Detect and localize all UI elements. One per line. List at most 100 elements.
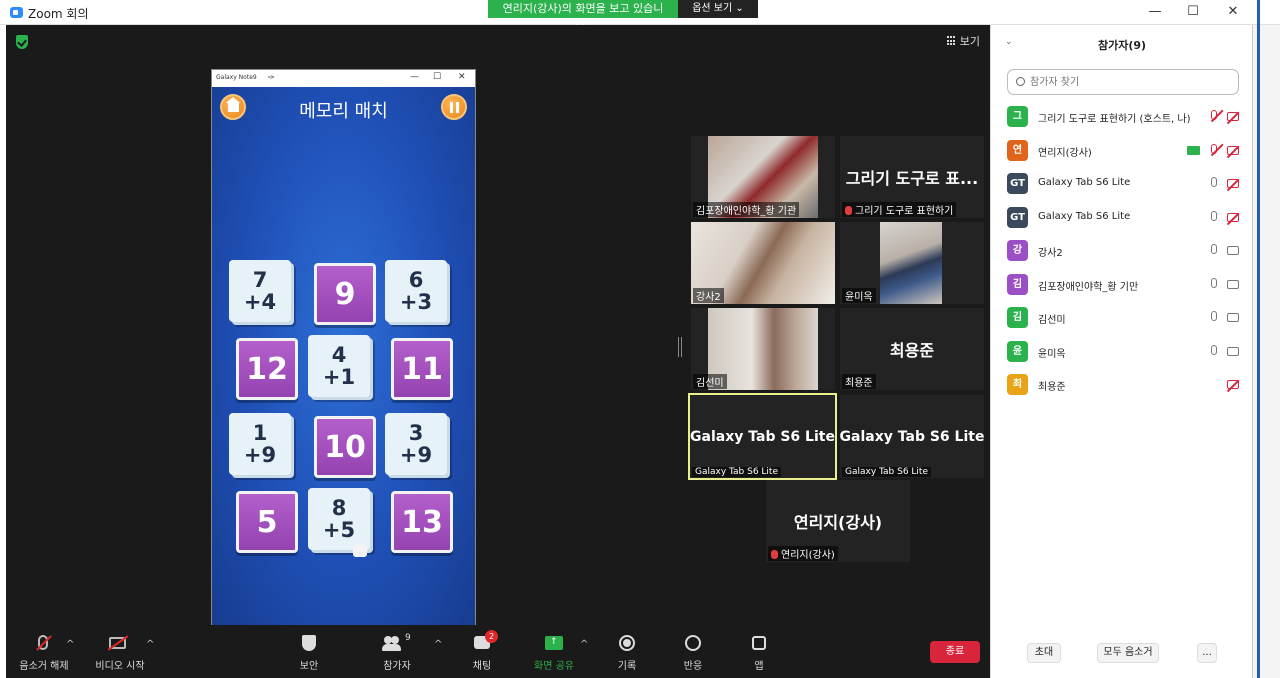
video-tile[interactable]: 최용준 최용준 (840, 308, 984, 390)
participant-row[interactable]: 김 김포장애인야학_황 기만 (991, 270, 1253, 300)
mic-muted-icon[interactable] (1210, 109, 1224, 122)
share-options-caret[interactable]: ^ (580, 639, 588, 650)
avatar: 그 (1007, 106, 1028, 127)
memory-match-game[interactable]: 메모리 매치 7 +4 9 6 +3 12 4 +1 11 1 +9 10 3 +9 5 8 +5 13 (212, 87, 475, 630)
minimize-button[interactable]: — (1140, 2, 1170, 22)
video-tile[interactable]: 윤미옥 (840, 222, 984, 304)
memory-card[interactable]: 1 +9 (229, 413, 291, 475)
shared-screen-window: Galaxy Note9 ✑ — ☐ ✕ 메모리 매치 7 +4 9 6 +3 12 4 +1… (211, 69, 476, 631)
apps-icon (739, 635, 779, 653)
participant-row[interactable]: 최 최용준 (991, 370, 1253, 400)
view-button[interactable]: 보기 (946, 33, 980, 49)
mic-icon[interactable] (1211, 311, 1217, 321)
video-tile[interactable]: 김선미 (691, 308, 835, 390)
smiley-icon (673, 635, 713, 653)
tile-name: Galaxy Tab S6 Lite (692, 467, 781, 477)
participants-options-caret[interactable]: ^ (434, 639, 442, 650)
chat-button[interactable]: 2 채팅 (462, 630, 502, 672)
video-tile[interactable]: Galaxy Tab S6 Lite Galaxy Tab S6 Lite (840, 395, 984, 478)
avatar: 윤 (1007, 340, 1028, 362)
memory-card[interactable]: 4 +1 (308, 335, 370, 397)
participant-row[interactable]: 그 그리기 도구로 표현하기 (호스트, 나) (991, 102, 1253, 132)
memory-card[interactable]: 6 +3 (385, 260, 447, 322)
video-tile-active-speaker[interactable]: Galaxy Tab S6 Lite Galaxy Tab S6 Lite (688, 393, 837, 480)
card-text: 6 (408, 268, 424, 292)
mic-muted-icon[interactable] (1210, 143, 1224, 156)
video-off-icon[interactable] (1226, 379, 1240, 392)
participant-row[interactable]: 김 김선미 (991, 303, 1253, 333)
view-options-button[interactable]: 옵션 보기 ⌄ (678, 0, 758, 18)
video-icon[interactable] (1227, 279, 1239, 289)
tile-name: 김선미 (693, 374, 727, 389)
memory-card[interactable]: 12 (236, 338, 298, 400)
video-tile[interactable]: 김포장애인야학_황 기관 (691, 136, 835, 218)
participant-name: 그리기 도구로 표현하기 (호스트, 나) (1038, 114, 1191, 125)
memory-card[interactable]: 13 (391, 491, 453, 553)
video-options-caret[interactable]: ^ (146, 639, 154, 650)
memory-card[interactable]: 3 +9 (385, 413, 447, 475)
memory-card[interactable]: 10 (314, 416, 376, 478)
video-off-icon[interactable] (1226, 178, 1240, 191)
reactions-button[interactable]: 반응 (673, 635, 713, 672)
participant-row[interactable]: GT Galaxy Tab S6 Lite (991, 169, 1253, 199)
search-input[interactable] (1030, 73, 1230, 91)
video-off-icon (92, 635, 148, 653)
participant-video (880, 222, 942, 304)
participant-row[interactable]: 연 연리지(강사) (991, 136, 1253, 166)
mic-icon[interactable] (1211, 210, 1217, 221)
mic-icon[interactable] (1211, 277, 1217, 288)
shield-icon[interactable] (16, 35, 28, 49)
video-off-icon[interactable] (1226, 145, 1240, 158)
video-off-icon[interactable] (1226, 111, 1240, 124)
tile-name: 김포장애인야학_황 기관 (693, 202, 800, 217)
share-screen-icon: ↑ (529, 635, 579, 653)
participant-name: 김선미 (1038, 315, 1066, 326)
more-button[interactable]: ... (1197, 643, 1217, 663)
maximize-button[interactable]: ☐ (1178, 2, 1208, 22)
mic-icon[interactable] (1211, 244, 1217, 254)
participant-search[interactable] (1007, 69, 1239, 95)
participants-button[interactable]: 9 참가자 (374, 633, 420, 672)
start-video-button[interactable]: 비디오 시작 (92, 635, 148, 672)
video-tile[interactable]: 연리지(강사) 연리지(강사) (766, 480, 910, 562)
video-icon[interactable] (1227, 246, 1239, 255)
memory-card[interactable]: 11 (391, 338, 453, 400)
share-screen-button[interactable]: ↑ 화면 공유 (529, 635, 579, 672)
grid-icon (946, 36, 957, 46)
participants-icon: 9 (374, 633, 420, 653)
participant-row[interactable]: 윤 윤미옥 (991, 337, 1253, 367)
mic-muted-icon (16, 635, 72, 653)
invite-button[interactable]: 초대 (1027, 643, 1061, 663)
unmute-button[interactable]: 음소거 해제 (16, 635, 72, 672)
record-button[interactable]: 기록 (607, 635, 647, 672)
mic-icon[interactable] (1211, 177, 1217, 187)
card-text: +3 (399, 290, 433, 314)
video-icon[interactable] (1227, 346, 1239, 356)
security-button[interactable]: 보안 (289, 635, 329, 672)
participant-row[interactable]: 강 강사2 (991, 236, 1253, 266)
video-tile[interactable]: 그리기 도구로 표... 그리기 도구로 표현하기 (840, 136, 984, 218)
avatar: 연 (1007, 139, 1028, 161)
memory-card[interactable]: 7 +4 (229, 260, 291, 322)
memory-card[interactable]: 5 (236, 491, 298, 553)
video-tile[interactable]: 강사2 (691, 222, 835, 304)
participant-row[interactable]: GT Galaxy Tab S6 Lite (991, 203, 1253, 233)
memory-card[interactable]: 8 +5 (308, 488, 370, 550)
end-meeting-button[interactable]: 종료 (930, 641, 980, 663)
tile-name: Galaxy Tab S6 Lite (842, 467, 931, 477)
apps-button[interactable]: 앱 (739, 635, 779, 672)
tile-display-name: Galaxy Tab S6 Lite (840, 428, 984, 445)
video-off-icon[interactable] (1226, 212, 1240, 225)
splitter-handle[interactable] (678, 337, 682, 357)
mic-icon[interactable] (1211, 344, 1217, 355)
zoom-app-icon (10, 7, 23, 18)
card-text: 9 (334, 276, 356, 312)
close-button[interactable]: ✕ (1218, 2, 1248, 22)
mic-muted-icon (771, 550, 778, 559)
audio-options-caret[interactable]: ^ (66, 639, 74, 650)
mute-all-button[interactable]: 모두 음소거 (1097, 643, 1159, 663)
video-icon[interactable] (1227, 313, 1239, 322)
pause-button[interactable] (441, 94, 467, 120)
memory-card[interactable]: 9 (314, 263, 376, 325)
tile-name: 강사2 (693, 288, 724, 303)
